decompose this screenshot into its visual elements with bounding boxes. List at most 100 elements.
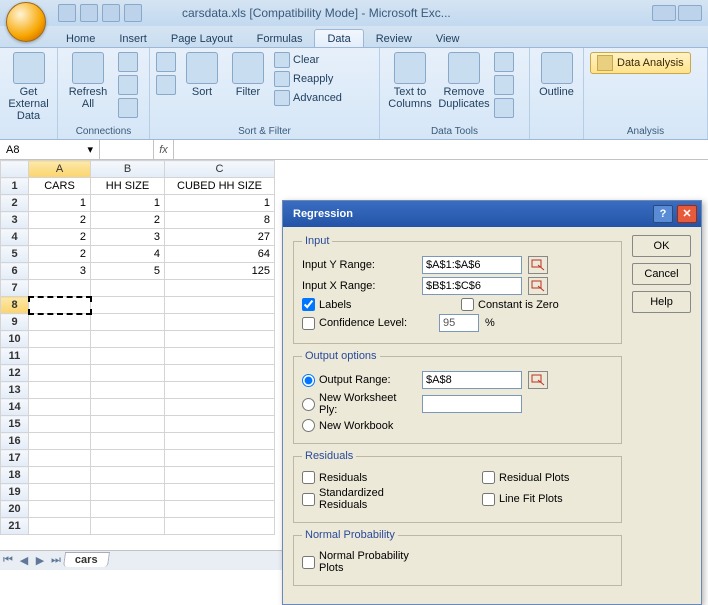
row-header-4[interactable]: 4 — [1, 229, 29, 246]
row-header-6[interactable]: 6 — [1, 263, 29, 280]
consolidate-icon[interactable] — [494, 75, 514, 95]
std-residuals-checkbox[interactable] — [302, 493, 315, 506]
sort-desc-icon[interactable] — [156, 75, 176, 95]
col-header-b[interactable]: B — [91, 161, 165, 178]
name-box[interactable]: A8▾ — [0, 140, 100, 159]
get-external-data-button[interactable]: Get External Data — [6, 52, 51, 122]
data-analysis-icon — [597, 55, 613, 71]
input-x-label: Input X Range: — [302, 280, 416, 292]
edit-links-icon[interactable] — [118, 98, 138, 118]
output-range-field[interactable] — [422, 371, 522, 389]
properties-icon[interactable] — [118, 75, 138, 95]
row-header-5[interactable]: 5 — [1, 246, 29, 263]
qat-undo-icon[interactable] — [80, 4, 98, 22]
input-x-field[interactable] — [422, 277, 522, 295]
sheet-nav-first-icon[interactable]: ⏮ — [0, 553, 16, 569]
tab-page-layout[interactable]: Page Layout — [159, 30, 245, 47]
new-worksheet-field[interactable] — [422, 395, 522, 413]
data-analysis-button[interactable]: Data Analysis — [590, 52, 691, 74]
output-range-radio[interactable] — [302, 374, 315, 387]
residual-plots-checkbox[interactable] — [482, 471, 495, 484]
sheet-nav-last-icon[interactable]: ⏭ — [48, 553, 64, 569]
row-header-7[interactable]: 7 — [1, 280, 29, 297]
clear-icon — [274, 52, 290, 68]
help-button[interactable]: Help — [632, 291, 691, 313]
sheet-nav-prev-icon[interactable]: ◀ — [16, 553, 32, 569]
col-header-a[interactable]: A — [29, 161, 91, 178]
reapply-button[interactable]: Reapply — [274, 71, 342, 87]
confidence-level-field[interactable] — [439, 314, 479, 332]
cell-a1[interactable]: CARS — [29, 178, 91, 195]
outline-button[interactable]: Outline — [536, 52, 577, 98]
remove-duplicates-icon — [448, 52, 480, 84]
row-header-8[interactable]: 8 — [1, 297, 29, 314]
qat-redo-icon[interactable] — [102, 4, 120, 22]
ribbon: Get External Data Refresh All Connection… — [0, 48, 708, 140]
title-bar: carsdata.xls [Compatibility Mode] - Micr… — [0, 0, 708, 26]
formula-input[interactable] — [174, 140, 708, 159]
clear-button[interactable]: Clear — [274, 52, 342, 68]
fx-icon[interactable]: fx — [154, 140, 174, 159]
outline-icon — [541, 52, 573, 84]
row-header-3[interactable]: 3 — [1, 212, 29, 229]
normal-prob-checkbox[interactable] — [302, 556, 315, 569]
advanced-button[interactable]: Advanced — [274, 90, 342, 106]
remove-duplicates-button[interactable]: Remove Duplicates — [440, 52, 488, 110]
input-y-field[interactable] — [422, 256, 522, 274]
text-to-columns-button[interactable]: Text to Columns — [386, 52, 434, 110]
confidence-checkbox[interactable] — [302, 317, 315, 330]
labels-checkbox[interactable] — [302, 298, 315, 311]
sort-button[interactable]: Sort — [182, 52, 222, 98]
cell-b1[interactable]: HH SIZE — [91, 178, 165, 195]
output-group: Output options Output Range: New Workshe… — [293, 350, 622, 444]
tab-view[interactable]: View — [424, 30, 472, 47]
ref-select-icon[interactable] — [528, 371, 548, 389]
sheet-tab-bar: ⏮ ◀ ▶ ⏭ cars — [0, 550, 282, 570]
sort-icon — [186, 52, 218, 84]
new-worksheet-radio[interactable] — [302, 398, 315, 411]
qat-dropdown-icon[interactable] — [124, 4, 142, 22]
ok-button[interactable]: OK — [632, 235, 691, 257]
tab-insert[interactable]: Insert — [107, 30, 159, 47]
tab-review[interactable]: Review — [364, 30, 424, 47]
refresh-all-button[interactable]: Refresh All — [64, 52, 112, 110]
advanced-icon — [274, 90, 290, 106]
quick-access-toolbar — [58, 4, 142, 22]
office-button[interactable] — [6, 2, 46, 42]
filter-icon — [232, 52, 264, 84]
cell-c1[interactable]: CUBED HH SIZE — [165, 178, 275, 195]
sheet-tab-cars[interactable]: cars — [63, 552, 110, 567]
dialog-title-bar[interactable]: Regression ? ✕ — [283, 201, 701, 227]
external-data-icon — [13, 52, 45, 84]
minimize-button[interactable] — [652, 5, 676, 21]
residuals-checkbox[interactable] — [302, 471, 315, 484]
tab-data[interactable]: Data — [314, 29, 363, 47]
whatif-icon[interactable] — [494, 98, 514, 118]
maximize-button[interactable] — [678, 5, 702, 21]
tab-home[interactable]: Home — [54, 30, 107, 47]
sort-asc-icon[interactable] — [156, 52, 176, 72]
cancel-button[interactable]: Cancel — [632, 263, 691, 285]
ref-select-icon[interactable] — [528, 256, 548, 274]
cell-a8-selected[interactable] — [29, 297, 91, 314]
tab-formulas[interactable]: Formulas — [245, 30, 315, 47]
ref-select-icon[interactable] — [528, 277, 548, 295]
col-header-c[interactable]: C — [165, 161, 275, 178]
new-workbook-radio[interactable] — [302, 419, 315, 432]
constant-zero-checkbox[interactable] — [461, 298, 474, 311]
row-header-2[interactable]: 2 — [1, 195, 29, 212]
filter-button[interactable]: Filter — [228, 52, 268, 98]
sheet-nav-next-icon[interactable]: ▶ — [32, 553, 48, 569]
text-to-columns-icon — [394, 52, 426, 84]
residuals-group: Residuals Residuals Residual Plots Stand… — [293, 450, 622, 523]
input-group: Input Input Y Range: Input X Range: Labe… — [293, 235, 622, 344]
refresh-icon — [72, 52, 104, 84]
dialog-close-icon[interactable]: ✕ — [677, 205, 697, 223]
qat-save-icon[interactable] — [58, 4, 76, 22]
dialog-help-icon[interactable]: ? — [653, 205, 673, 223]
line-fit-plots-checkbox[interactable] — [482, 493, 495, 506]
row-header-1[interactable]: 1 — [1, 178, 29, 195]
data-validation-icon[interactable] — [494, 52, 514, 72]
formula-bar: A8▾ fx — [0, 140, 708, 160]
connections-icon[interactable] — [118, 52, 138, 72]
